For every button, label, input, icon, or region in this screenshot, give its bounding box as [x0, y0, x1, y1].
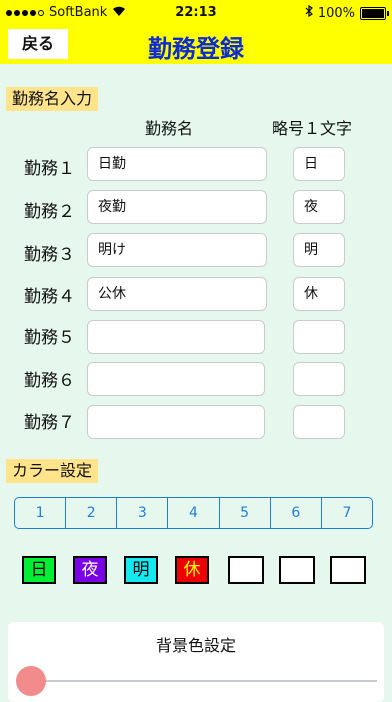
abbr-column-header: 略号１文字	[272, 119, 353, 138]
shift-name-column-header: 勤務名	[145, 119, 194, 138]
page-title: 勤務登録	[148, 35, 244, 63]
battery-percent: 100%	[317, 5, 355, 21]
color-swatch-2[interactable]: 夜	[73, 556, 107, 584]
shift-row-label: 勤務５	[24, 328, 75, 348]
segment-4[interactable]: 4	[168, 498, 220, 528]
background-color-label: 背景色設定	[155, 636, 236, 655]
shift-name-field[interactable]	[87, 320, 265, 354]
status-right: 100%	[305, 4, 389, 21]
bluetooth-icon	[305, 4, 313, 21]
nav-bar: 戻る 勤務登録	[0, 26, 392, 64]
battery-icon	[360, 6, 389, 20]
background-slider-thumb[interactable]	[16, 666, 46, 696]
status-bar: SoftBank 22:13 100%	[0, 0, 392, 26]
shift-row-label: 勤務７	[24, 413, 75, 433]
color-swatch-1[interactable]: 日	[22, 556, 56, 584]
shift-name-field[interactable]: 公休	[87, 277, 267, 311]
segment-6[interactable]: 6	[271, 498, 322, 528]
color-swatch-3[interactable]: 明	[124, 556, 158, 584]
background-slider-track[interactable]	[32, 680, 377, 682]
shift-name-field[interactable]: 日勤	[87, 147, 267, 181]
shift-abbr-field[interactable]: 夜	[293, 190, 345, 224]
shift-name-field[interactable]	[87, 405, 265, 439]
shift-name-field[interactable]	[87, 362, 265, 396]
segment-2[interactable]: 2	[66, 498, 118, 528]
shift-row-label: 勤務６	[24, 371, 75, 391]
shift-name-field[interactable]: 明け	[87, 233, 267, 267]
color-section-label: カラー設定	[6, 459, 99, 483]
shift-abbr-field[interactable]: 日	[293, 147, 345, 181]
segment-1[interactable]: 1	[15, 498, 67, 528]
color-swatch-5[interactable]	[228, 556, 264, 584]
shift-row-label: 勤務２	[24, 202, 75, 222]
shift-segmented-control: 1 2 3 4 5 6 7	[14, 497, 373, 529]
segment-3[interactable]: 3	[117, 498, 169, 528]
shift-name-section-label: 勤務名入力	[6, 87, 99, 111]
color-swatch-6[interactable]	[279, 556, 315, 584]
background-color-panel: 背景色設定	[8, 622, 384, 702]
color-swatch-7[interactable]	[330, 556, 366, 584]
shift-row-label: 勤務３	[24, 245, 75, 265]
shift-abbr-field[interactable]	[293, 405, 345, 439]
segment-5[interactable]: 5	[220, 498, 271, 528]
color-swatch-4[interactable]: 休	[175, 556, 209, 584]
shift-name-field[interactable]: 夜勤	[87, 190, 267, 224]
shift-abbr-field[interactable]	[293, 362, 345, 396]
shift-row-label: 勤務１	[24, 159, 75, 179]
shift-abbr-field[interactable]	[293, 320, 345, 354]
shift-abbr-field[interactable]: 明	[293, 233, 345, 267]
segment-7[interactable]: 7	[322, 498, 372, 528]
shift-abbr-field[interactable]: 休	[293, 277, 345, 311]
shift-row-label: 勤務４	[24, 287, 75, 307]
